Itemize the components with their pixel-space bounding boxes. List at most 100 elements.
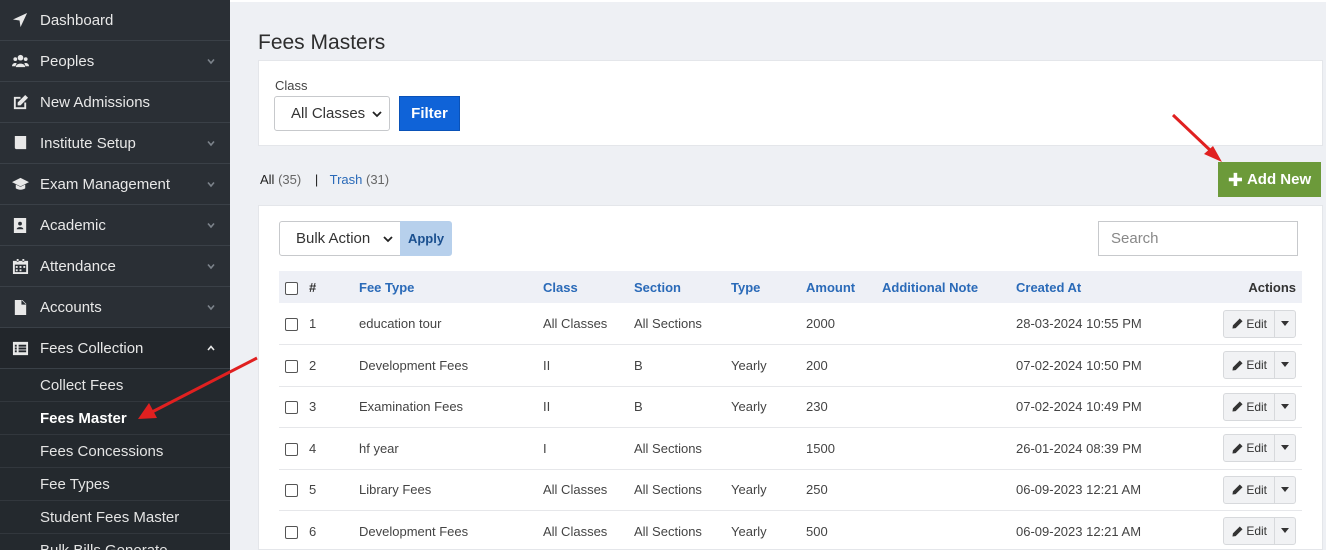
sidebar-item-fees-collection[interactable]: Fees Collection (0, 328, 230, 369)
edit-button[interactable]: Edit (1224, 393, 1275, 420)
row-actions: Edit (1223, 392, 1296, 421)
edit-label: Edit (1246, 524, 1267, 539)
table-row: 5 Library Fees All Classes All Sections Year… (279, 469, 1302, 511)
cell-class: All Classes (543, 316, 608, 331)
cell-additional-note (882, 386, 1016, 428)
row-checkbox[interactable] (285, 318, 298, 332)
row-checkbox[interactable] (285, 525, 298, 539)
apply-button[interactable]: Apply (400, 221, 452, 256)
chevron-down-icon (204, 259, 218, 273)
column-header-class[interactable]: Class (543, 271, 634, 303)
cell-amount: 230 (806, 399, 828, 415)
cell-amount: 200 (806, 357, 828, 373)
filter-button[interactable]: Filter (399, 96, 460, 131)
row-checkbox[interactable] (285, 442, 298, 456)
edit-button[interactable]: Edit (1224, 310, 1275, 337)
add-new-button[interactable]: ✚ Add New (1218, 162, 1321, 197)
sidebar-item-institute-setup[interactable]: Institute Setup (0, 123, 230, 164)
submenu-item-fee-types[interactable]: Fee Types (0, 468, 230, 501)
chevron-up-icon (204, 341, 218, 355)
edit-button[interactable]: Edit (1224, 518, 1275, 545)
bulk-action-select[interactable]: Bulk Action (279, 221, 401, 256)
cell-fee-type: Library Fees (359, 482, 432, 498)
submenu-item-collect-fees[interactable]: Collect Fees (0, 369, 230, 402)
cell-class: II (543, 399, 551, 415)
submenu-item-fees-master[interactable]: Fees Master (0, 402, 230, 435)
cell-type (731, 428, 806, 470)
all-filter-link[interactable]: All (260, 172, 274, 187)
sidebar-item-exam-management[interactable]: Exam Management (0, 164, 230, 205)
submenu-item-bulk-bills-generate[interactable]: Bulk Bills Generate (0, 534, 230, 550)
actions-dropdown-toggle[interactable] (1275, 518, 1295, 544)
actions-dropdown-toggle[interactable] (1275, 477, 1295, 503)
cell-amount: 500 (806, 523, 828, 539)
sidebar-item-academic[interactable]: Academic (0, 205, 230, 246)
pencil-icon (1232, 443, 1243, 454)
edit-label: Edit (1246, 316, 1267, 331)
search-input[interactable] (1098, 221, 1298, 256)
status-counts: All (35) | Trash (31) (260, 172, 389, 187)
column-header-type[interactable]: Type (731, 271, 806, 303)
row-actions: Edit (1223, 351, 1296, 380)
edit-icon (10, 92, 30, 112)
sidebar-item-label: Institute Setup (40, 134, 136, 152)
row-checkbox[interactable] (285, 401, 298, 415)
cell-additional-note (882, 428, 1016, 470)
actions-dropdown-toggle[interactable] (1275, 311, 1295, 337)
select-all-checkbox[interactable] (285, 281, 298, 295)
edit-button[interactable]: Edit (1224, 352, 1275, 379)
class-filter-label: Class (275, 78, 308, 93)
row-checkbox[interactable] (285, 359, 298, 373)
cell-number: 6 (309, 523, 317, 539)
sidebar: Dashboard Peoples New Admissions Institute … (0, 0, 230, 550)
pencil-icon (1232, 318, 1243, 329)
cell-number: 5 (309, 482, 317, 498)
column-header-fee-type[interactable]: Fee Type (359, 271, 543, 303)
class-select-value: All Classes (291, 105, 366, 122)
sidebar-item-peoples[interactable]: Peoples (0, 41, 230, 82)
cell-fee-type: hf year (359, 440, 399, 456)
sidebar-item-accounts[interactable]: Accounts (0, 287, 230, 328)
sidebar-item-new-admissions[interactable]: New Admissions (0, 82, 230, 123)
row-checkbox[interactable] (285, 484, 298, 498)
cell-created-at: 26-01-2024 08:39 PM (1016, 440, 1142, 456)
sidebar-item-attendance[interactable]: Attendance (0, 246, 230, 287)
submenu-item-student-fees-master[interactable]: Student Fees Master (0, 501, 230, 534)
edit-button[interactable]: Edit (1224, 435, 1275, 462)
actions-dropdown-toggle[interactable] (1275, 394, 1295, 420)
edit-label: Edit (1246, 441, 1267, 456)
cell-fee-type: Development Fees (359, 523, 469, 539)
column-header-additional-note[interactable]: Additional Note (882, 271, 1016, 303)
submenu-item-fees-concessions[interactable]: Fees Concessions (0, 435, 230, 468)
pencil-icon (1232, 484, 1243, 495)
edit-button[interactable]: Edit (1224, 476, 1275, 503)
cell-additional-note (882, 511, 1016, 550)
column-header-amount[interactable]: Amount (806, 271, 882, 303)
row-actions: Edit (1223, 517, 1296, 546)
class-select[interactable]: All Classes (274, 96, 390, 131)
cell-fee-type: education tour (359, 316, 442, 331)
trash-filter-link[interactable]: Trash (330, 172, 363, 187)
cell-created-at: 07-02-2024 10:49 PM (1016, 399, 1142, 415)
column-header-created-at[interactable]: Created At (1016, 271, 1206, 303)
column-header-number: # (309, 279, 317, 295)
actions-dropdown-toggle[interactable] (1275, 435, 1295, 461)
cell-amount: 2000 (806, 316, 835, 331)
sidebar-item-dashboard[interactable]: Dashboard (0, 0, 230, 41)
actions-dropdown-toggle[interactable] (1275, 352, 1295, 378)
edit-label: Edit (1246, 482, 1267, 497)
cell-additional-note (882, 303, 1016, 345)
fees-collection-submenu: Collect Fees Fees Master Fees Concessions F… (0, 369, 230, 550)
cell-amount: 1500 (806, 440, 835, 456)
row-actions: Edit (1223, 309, 1296, 338)
column-header-section[interactable]: Section (634, 271, 731, 303)
sidebar-item-label: Academic (40, 216, 106, 234)
table-row: 4 hf year I All Sections 1500 26-01-2024 08:3… (279, 428, 1302, 470)
caret-down-icon (1281, 403, 1289, 409)
book-icon (10, 133, 30, 153)
cell-section: All Sections (634, 523, 702, 539)
users-icon (10, 51, 30, 71)
cell-created-at: 06-09-2023 12:21 AM (1016, 523, 1142, 539)
cell-type: Yearly (731, 482, 767, 498)
chevron-down-icon (204, 300, 218, 314)
